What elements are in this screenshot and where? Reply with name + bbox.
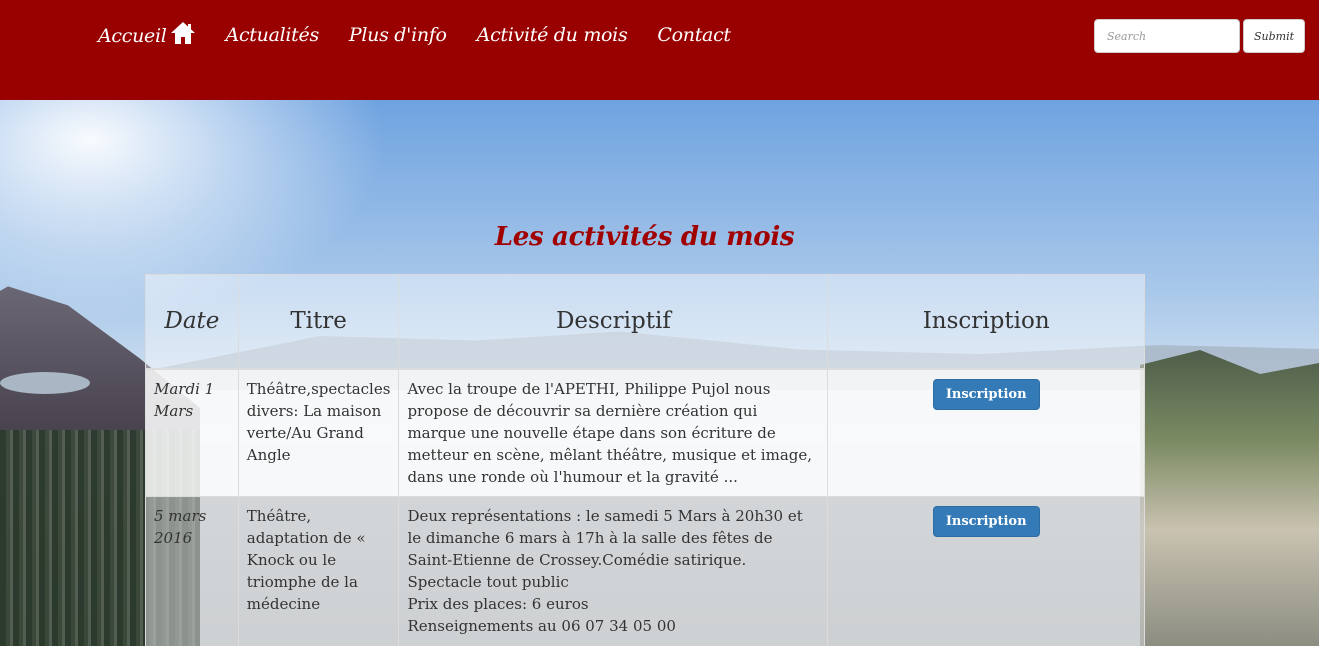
cell-inscription: Inscription bbox=[827, 495, 1145, 646]
nav-links: Accueil Actualités Plus d'info Activité … bbox=[98, 22, 761, 48]
table-row: 5 mars 2016 Théâtre, adaptation de « Kno… bbox=[145, 495, 1145, 646]
nav-item-label: Accueil bbox=[98, 25, 167, 47]
header-inscription: Inscription bbox=[827, 274, 1145, 370]
nav-item-plus-info[interactable]: Plus d'info bbox=[349, 24, 447, 46]
nav-item-actualites[interactable]: Actualités bbox=[226, 24, 320, 46]
search-input[interactable] bbox=[1094, 19, 1240, 53]
description-text: Avec la troupe de l'APETHI, Philippe Puj… bbox=[407, 379, 813, 486]
nav-item-accueil[interactable]: Accueil bbox=[98, 21, 196, 48]
background-lake bbox=[0, 372, 90, 394]
background-valley bbox=[1140, 350, 1319, 646]
description-price: Prix des places: 6 euros bbox=[407, 594, 589, 613]
inscription-button[interactable]: Inscription bbox=[932, 378, 1040, 410]
page-title: Les activités du mois bbox=[494, 222, 795, 252]
submit-button[interactable]: Submit bbox=[1243, 19, 1305, 53]
navbar: Accueil Actualités Plus d'info Activité … bbox=[0, 0, 1319, 100]
inscription-button[interactable]: Inscription bbox=[932, 505, 1040, 537]
nav-item-contact[interactable]: Contact bbox=[657, 24, 731, 46]
description-contact: Renseignements au 06 07 34 05 00 bbox=[407, 616, 676, 635]
cell-inscription: Inscription bbox=[827, 368, 1145, 497]
activities-table: Date Titre Descriptif Inscription Mardi … bbox=[145, 274, 1145, 646]
cell-description: Deux représentations : le samedi 5 Mars … bbox=[398, 495, 829, 646]
cell-description: Avec la troupe de l'APETHI, Philippe Puj… bbox=[398, 368, 829, 497]
table-header-row: Date Titre Descriptif Inscription bbox=[145, 274, 1145, 370]
description-text: Deux représentations : le samedi 5 Mars … bbox=[407, 506, 803, 591]
search-form: Submit bbox=[1094, 19, 1305, 53]
cell-title: Théâtre, adaptation de « Knock ou le tri… bbox=[237, 495, 400, 646]
cell-date: Mardi 1 Mars bbox=[145, 368, 239, 497]
header-date: Date bbox=[145, 274, 239, 370]
home-icon bbox=[170, 21, 196, 45]
cell-date: 5 mars 2016 bbox=[145, 495, 239, 646]
cell-title: Théâtre,spectacles divers: La maison ver… bbox=[237, 368, 400, 497]
header-descriptif: Descriptif bbox=[398, 274, 829, 370]
nav-item-activite-du-mois[interactable]: Activité du mois bbox=[477, 24, 628, 46]
table-row: Mardi 1 Mars Théâtre,spectacles divers: … bbox=[145, 368, 1145, 497]
header-titre: Titre bbox=[237, 274, 400, 370]
